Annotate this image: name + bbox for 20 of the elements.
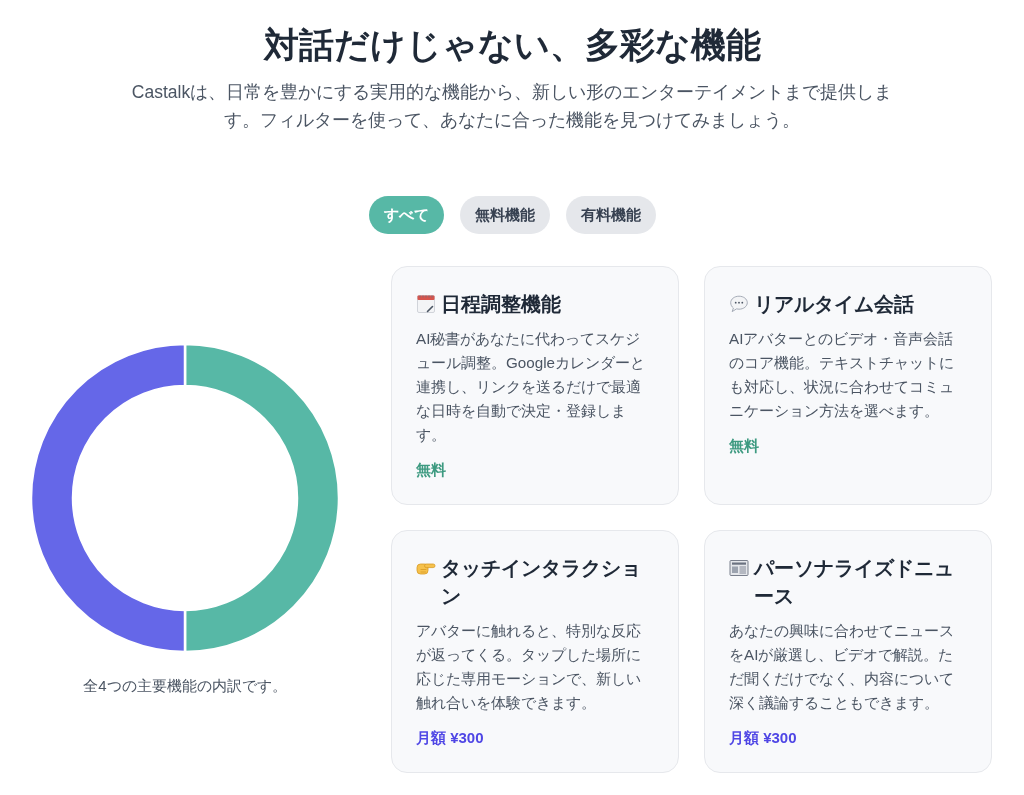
feature-description: あなたの興味に合わせてニュースをAIが厳選し、ビデオで解説。ただ聞くだけでなく、内容について深く議論することもできます。: [729, 621, 955, 713]
feature-title: 日程調整機能: [441, 292, 561, 317]
page-title: 対話だけじゃない、多彩な機能: [263, 24, 761, 66]
feature-title: タッチインタラクション: [441, 556, 642, 609]
feature-title: パーソナライズドニュース: [754, 556, 955, 609]
feature-description: アバターに触れると、特別な反応が返ってくる。タップした場所に応じた専用モーションで、新しい触れ合いを体験できます。: [416, 621, 642, 713]
calendar-icon: [416, 294, 436, 314]
feature-description: AI秘書があなたに代わってスケジュール調整。Googleカレンダーと連携し、リンクを送るだけで最適な日時を自動で決定・登録します。: [416, 329, 646, 445]
newspaper-icon: [729, 558, 749, 578]
speech-bubble-icon: [729, 294, 749, 314]
price-label: 無料: [416, 460, 447, 480]
feature-description: AIアバターとのビデオ・音声会話のコア機能。テキストチャットにも対応し、状況に合わせてコミュニケーション方法を選べます。: [729, 329, 955, 421]
filter-tab[interactable]: 有料機能: [565, 196, 656, 234]
chart-caption: 全4つの主要機能の内訳です。: [83, 675, 287, 696]
feature-title: リアルタイム会話: [754, 292, 914, 317]
price-label: 月額 ¥300: [416, 728, 485, 748]
price-label: 月額 ¥300: [729, 728, 798, 748]
page-subtitle: Castalkは、日常を豊かにする実用的な機能から、新しい形のエンターテイメントまで提供します。フィルターを使って、あなたに合った機能を見つけてみましょう。: [130, 81, 894, 132]
filter-tab[interactable]: 無料機能: [459, 196, 550, 234]
price-label: 無料: [729, 436, 760, 456]
